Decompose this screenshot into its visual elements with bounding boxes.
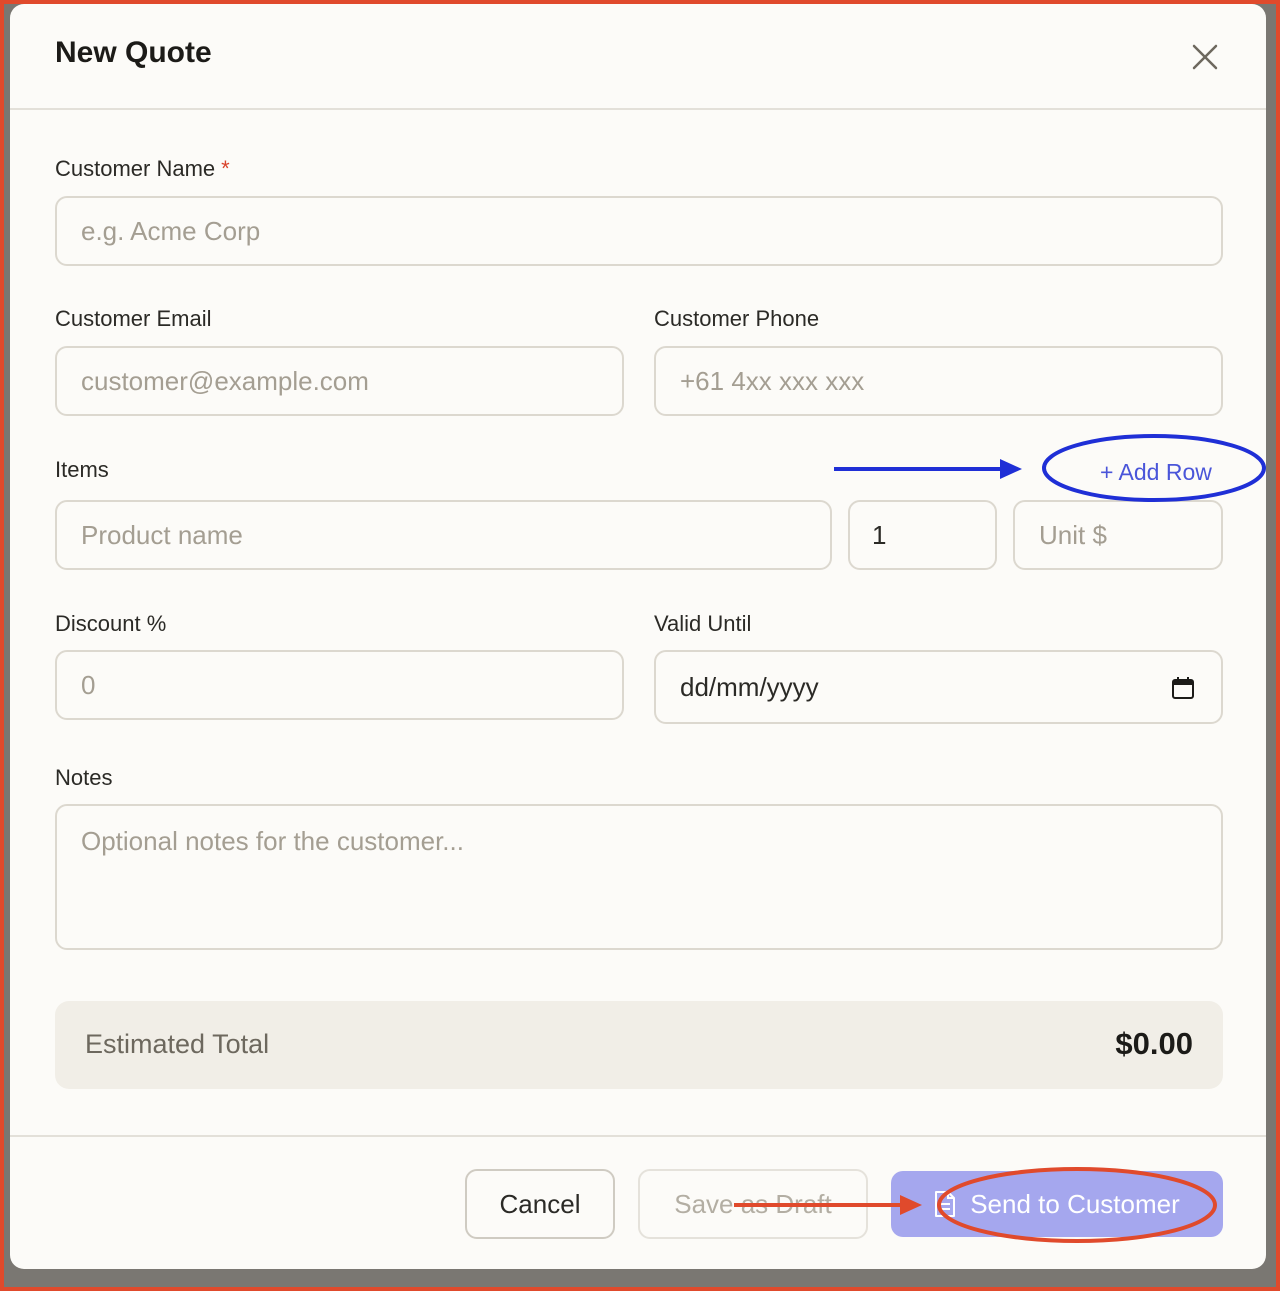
save-draft-button[interactable]: Save as Draft [638,1169,868,1239]
footer-divider [10,1135,1266,1137]
product-name-placeholder: Product name [81,519,243,550]
customer-phone-input[interactable]: +61 4xx xxx xxx [654,346,1223,416]
discount-label: Discount % [55,611,167,636]
items-label: Items [55,457,109,482]
quantity-value: 1 [872,519,887,550]
customer-email-input[interactable]: customer@example.com [55,346,624,416]
send-to-customer-label: Send to Customer [970,1188,1180,1219]
quantity-input[interactable]: 1 [848,500,997,570]
estimated-total-value: $0.00 [1115,1026,1193,1061]
customer-name-input[interactable]: e.g. Acme Corp [55,196,1223,266]
discount-placeholder: 0 [81,669,96,700]
estimated-total-label: Estimated Total [85,1029,270,1059]
modal-title: New Quote [55,36,212,69]
estimated-total-panel: Estimated Total $0.00 [55,1001,1223,1089]
document-icon [935,1191,956,1217]
valid-until-label: Valid Until [654,611,752,636]
customer-name-placeholder: e.g. Acme Corp [81,215,261,246]
cancel-button[interactable]: Cancel [465,1169,615,1239]
unit-price-input[interactable]: Unit $ [1013,500,1223,570]
customer-name-label-text: Customer Name [55,156,216,181]
required-mark: * [221,156,230,181]
send-to-customer-button[interactable]: Send to Customer [891,1171,1223,1237]
notes-label: Notes [55,765,113,790]
unit-price-placeholder: Unit $ [1039,519,1107,550]
notes-placeholder: Optional notes for the customer... [81,826,464,856]
calendar-icon[interactable] [1171,676,1195,707]
customer-name-label: Customer Name * [55,156,230,182]
customer-email-placeholder: customer@example.com [81,365,369,396]
customer-phone-placeholder: +61 4xx xxx xxx [680,365,865,396]
valid-until-value: dd/mm/yyyy [680,671,819,702]
add-row-button[interactable]: + Add Row [1100,459,1212,486]
notes-textarea[interactable]: Optional notes for the customer... [55,804,1223,950]
close-icon[interactable] [1188,40,1222,74]
new-quote-modal: New Quote Customer Name * e.g. Acme Corp … [10,4,1266,1269]
modal-header: New Quote [10,4,1266,110]
product-name-input[interactable]: Product name [55,500,832,570]
discount-input[interactable]: 0 [55,650,624,720]
customer-phone-label: Customer Phone [654,306,820,331]
customer-email-label: Customer Email [55,306,212,331]
valid-until-input[interactable]: dd/mm/yyyy [654,650,1223,724]
